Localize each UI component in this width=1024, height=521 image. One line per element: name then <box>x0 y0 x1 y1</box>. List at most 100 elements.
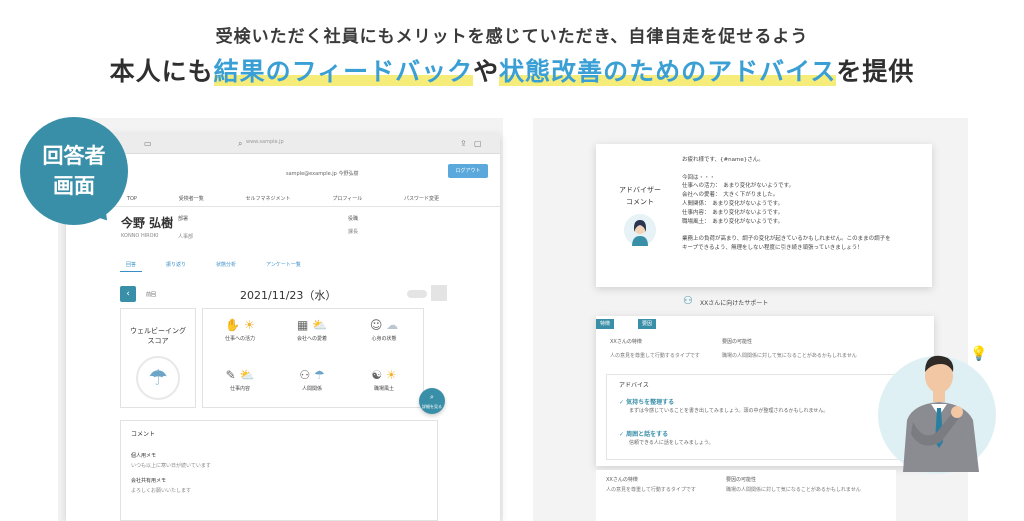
advisor-avatar-icon <box>624 214 656 246</box>
current-date: 2021/11/23（水） <box>240 289 337 302</box>
advisor-label-line1: アドバイザー <box>619 186 661 194</box>
previous-date-button[interactable]: ‹ <box>120 286 136 302</box>
dept-value: 人事部 <box>178 234 194 240</box>
nav-profile[interactable]: プロフィール <box>332 195 362 202</box>
headline-highlight-feedback: 結果のフィードバック <box>213 57 474 86</box>
factor-tag: 要因 <box>638 319 657 329</box>
share-icon[interactable]: ⇪ <box>460 139 467 148</box>
bottom-factor-title: 要因の可能性 <box>726 477 757 483</box>
advice-point-1-text: まずは今感じていることを書き出してみましょう。頭の中が整理されるかもしれません。 <box>629 408 829 414</box>
worker-icon: ✎ <box>225 368 236 382</box>
cell-label: 仕事内容 <box>229 386 250 392</box>
advisor-comment-card: アドバイザー コメント お疲れ様です、{#name}さん。 今回は・・・ 仕事へ… <box>596 144 932 287</box>
lightbulb-icon: 💡 <box>970 346 988 362</box>
tabs-icon[interactable]: ▢ <box>474 139 482 148</box>
headline-line1: 受検いただく社員にもメリットを感じていただき、自律自走を促せるよう <box>215 27 809 47</box>
rain-cloud-icon: ☂ <box>136 356 180 400</box>
header-user-email: sample@example.jp 今野弘樹 <box>286 171 359 177</box>
check-icon: ✓ <box>619 399 625 406</box>
date-navigator: ‹ 前回 2021/11/23（水） <box>120 285 447 305</box>
browser-toolbar: ▭ ⌕ www.sample.jp ⇪ ▢ <box>66 134 500 154</box>
nav-top[interactable]: TOP <box>127 196 137 202</box>
mind-icon: ☯ <box>371 368 383 382</box>
cell-label: 会社への愛着 <box>296 336 327 342</box>
user-name: 今野 弘樹 <box>121 216 174 230</box>
bubble-line1: 回答者 <box>42 144 106 168</box>
headline-mid: や <box>473 57 500 86</box>
bottom-trait-text: 人の意見を尊重して行動するタイプです <box>606 487 696 493</box>
advice-point-2-title: 周囲と話をする <box>626 431 669 438</box>
sidebar-icon[interactable]: ▭ <box>144 139 152 148</box>
search-icon: ⌕ <box>238 139 243 148</box>
headline-highlight-advice: 状態改善のためのアドバイス <box>499 57 837 86</box>
cell-relationships: ⚇ ☂ 人間関係 <box>279 365 345 405</box>
tab-answer[interactable]: 回答 <box>120 258 143 272</box>
cell-label: 人間関係 <box>301 386 322 392</box>
cell-work-vitality: ✋ ☀ 仕事への活力 <box>207 315 273 355</box>
wellbeing-title: ウェルビーイング スコア <box>121 326 195 346</box>
previous-label: 前回 <box>146 292 157 298</box>
cell-label: 仕事への活力 <box>224 336 255 342</box>
sun-icon: ☀ <box>385 368 397 382</box>
advice-box: アドバイス ✓ 気持ちを整理する まずは今感じていることを書き出してみましょう。… <box>606 374 924 460</box>
cell-workplace-culture: ☯ ☀ 職場風土 <box>351 365 417 405</box>
page: 受検いただく社員にもメリットを感じていただき、自律自走を促せるよう 本人にも結果… <box>0 0 1024 521</box>
respondent-tabs: 回答 振り返り 状態分析 アンケート一覧 <box>120 258 307 272</box>
logout-button[interactable]: ログアウト <box>448 164 488 178</box>
comment-text-shared: よろしくお願いいたします <box>131 488 192 494</box>
bottom-factor-text: 職場の人間関係に対して気になることがあるかもしれません <box>726 487 861 493</box>
cell-company-attachment: ▦ ⛅ 会社への愛着 <box>279 315 345 355</box>
tab-survey-list[interactable]: アンケート一覧 <box>260 258 307 272</box>
title-value: 課長 <box>348 229 359 235</box>
advisor-label: アドバイザー コメント <box>610 184 670 208</box>
advice-point-1-title: 気持ちを整理する <box>626 399 675 406</box>
cell-label: 心身の状態 <box>371 336 397 342</box>
wellbeing-score-card: ウェルビーイング スコア ☂ <box>120 308 196 408</box>
trait-title: XXさんの特徴 <box>610 339 642 345</box>
cloud-icon: ☁ <box>386 318 399 332</box>
comment-card: コメント 個人用メモ いつも以上に寒い日が続いています 会社共有用メモ よろしく… <box>120 420 438 521</box>
support-title: XXさんに向けたサポート <box>700 300 769 307</box>
comment-title: コメント <box>131 431 156 438</box>
main-nav: TOP 受検者一覧 セルフマネジメント プロフィール パスワード変更 <box>66 191 500 207</box>
advice-point-1: ✓ 気持ちを整理する <box>619 397 674 406</box>
check-icon: ✓ <box>619 431 625 438</box>
rain-cloud-icon: ☂ <box>313 368 325 382</box>
advice-point-2: ✓ 周囲と話をする <box>619 429 668 438</box>
comment-text-personal: いつも以上に寒い日が続いています <box>131 463 211 469</box>
nav-self-management[interactable]: セルフマネジメント <box>246 195 291 202</box>
url-bar[interactable]: www.sample.jp <box>246 139 396 150</box>
magnifier-icon: ⌕ <box>430 393 434 401</box>
wellbeing-title-line2: スコア <box>147 337 169 345</box>
trait-factor-card-bottom: XXさんの特徴 人の意見を尊重して行動するタイプです 要因の可能性 職場の人間関… <box>596 470 896 521</box>
view-toggle[interactable] <box>407 290 427 298</box>
dept-label: 部署 <box>178 216 189 222</box>
tab-analysis[interactable]: 状態分析 <box>210 258 242 272</box>
partly-cloudy-icon: ⛅ <box>239 368 255 382</box>
cell-mind-body: ☺ ☁ 心身の状態 <box>351 315 417 355</box>
tab-review[interactable]: 振り返り <box>160 258 192 272</box>
cell-work-content: ✎ ⛅ 仕事内容 <box>207 365 273 405</box>
sun-icon: ☀ <box>244 318 255 332</box>
cell-label: 職場風土 <box>373 386 394 392</box>
user-name-romaji: KONNO HIROKI <box>121 233 159 239</box>
factor-text: 職場の人間関係に対して気になることがあるかもしれません <box>722 353 857 359</box>
hand-icon: ✋ <box>225 318 241 332</box>
next-date-button[interactable] <box>431 285 447 301</box>
score-grid-card: ✋ ☀ 仕事への活力 ▦ ⛅ 会社への愛着 ☺ ☁ 心身の状態 ✎ ⛅ 仕事内容… <box>202 308 424 408</box>
comment-label-personal: 個人用メモ <box>131 453 157 459</box>
nav-password[interactable]: パスワード変更 <box>404 195 439 202</box>
nav-respondents[interactable]: 受検者一覧 <box>179 195 204 202</box>
partly-cloudy-icon: ⛅ <box>312 318 328 332</box>
wellbeing-title-line1: ウェルビーイング <box>130 327 186 335</box>
headline-line2: 本人にも結果のフィードバックや状態改善のためのアドバイスを提供 <box>0 52 1024 88</box>
headline-pre: 本人にも <box>109 57 214 86</box>
support-icon: ⚇ <box>683 294 693 307</box>
detail-button[interactable]: ⌕ 詳細を見る <box>419 388 445 414</box>
advisor-label-line2: コメント <box>626 198 654 206</box>
people-icon: ⚇ <box>299 368 311 382</box>
factor-title: 要因の可能性 <box>722 339 753 345</box>
bottom-trait-title: XXさんの特徴 <box>606 477 638 483</box>
building-icon: ▦ <box>296 318 309 332</box>
headline-post: を提供 <box>836 57 915 86</box>
